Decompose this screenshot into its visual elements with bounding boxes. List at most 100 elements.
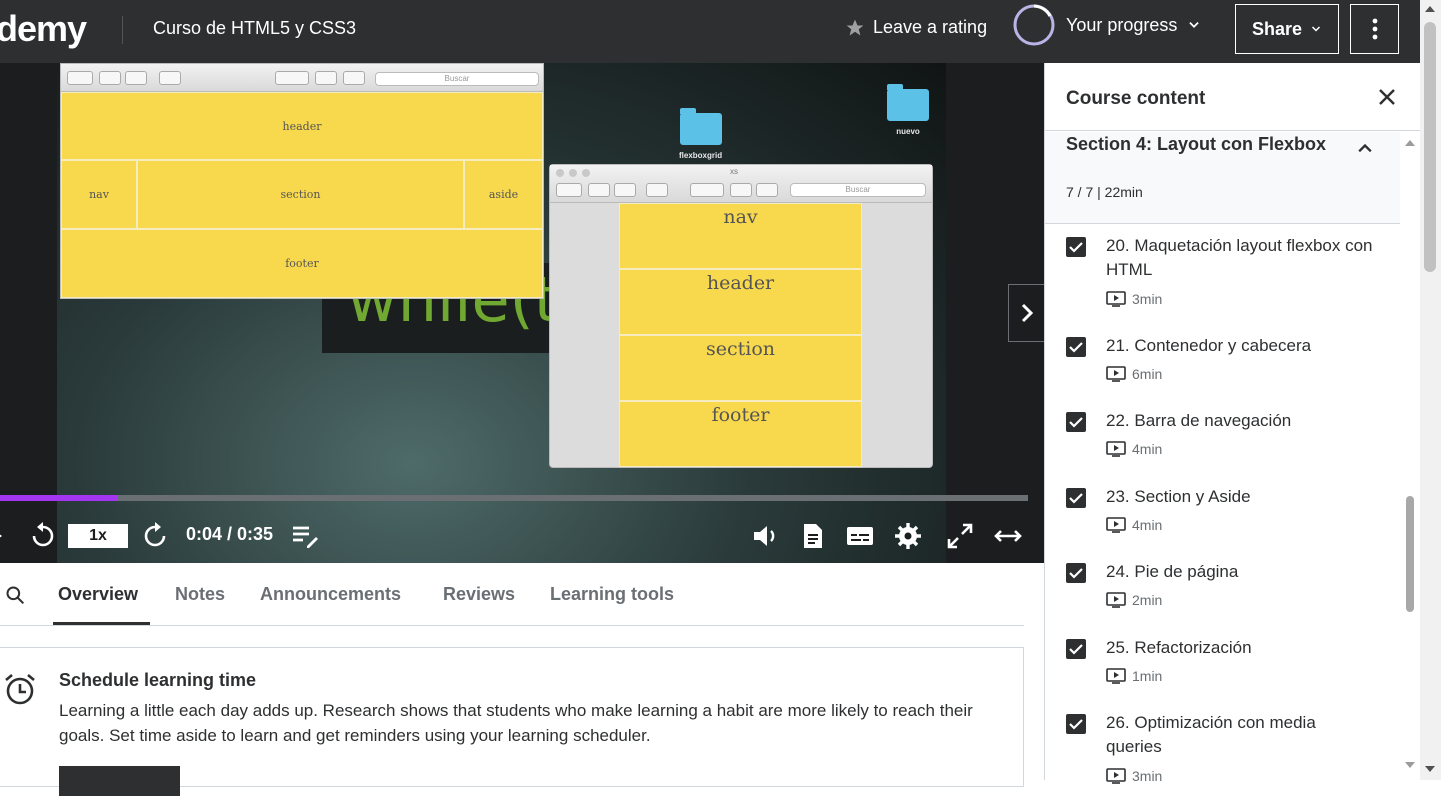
column-cell-footer: footer	[619, 401, 862, 467]
grid-cell-nav: nav	[61, 160, 137, 229]
captions-icon[interactable]	[845, 521, 875, 551]
seek-bar[interactable]	[0, 495, 1028, 501]
kebab-menu-icon	[1372, 18, 1377, 40]
lecture-duration: 1min	[1106, 668, 1162, 684]
share-icon	[646, 183, 668, 197]
share-icon	[159, 71, 181, 85]
close-icon[interactable]	[1375, 85, 1399, 109]
search-field: Buscar	[790, 183, 926, 197]
completed-checkbox[interactable]	[1066, 412, 1086, 432]
toolbox-icon	[756, 183, 778, 197]
lecture-item[interactable]: 21. Contenedor y cabecera 6min	[1045, 334, 1400, 409]
lecture-item[interactable]: 25. Refactorización 1min	[1045, 636, 1400, 711]
completed-checkbox[interactable]	[1066, 237, 1086, 257]
lecture-title: 26. Optimización con media queries	[1106, 713, 1316, 756]
divider	[122, 16, 123, 44]
video-icon	[1106, 768, 1126, 784]
more-options-button[interactable]	[1350, 4, 1399, 54]
add-note-icon[interactable]	[290, 521, 320, 551]
playback-speed-button[interactable]: 1x	[68, 524, 128, 548]
zoom-in-icon	[614, 183, 636, 197]
schedule-title: Schedule learning time	[59, 670, 257, 690]
tab-learning-tools[interactable]: Learning tools	[550, 584, 674, 605]
rewind-5s-icon[interactable]	[28, 521, 58, 551]
lecture-item[interactable]: 23. Section y Aside 4min	[1045, 485, 1400, 560]
tab-overview[interactable]: Overview	[58, 584, 138, 605]
lecture-item[interactable]: 20. Maquetación layout flexbox con HTML 3…	[1045, 234, 1400, 309]
lecture-duration: 3min	[1106, 768, 1162, 784]
zoom-in-icon	[125, 71, 147, 85]
completed-checkbox[interactable]	[1066, 563, 1086, 583]
sidebar-scrollbar[interactable]	[1402, 130, 1418, 780]
lecture-item[interactable]: 24. Pie de página 2min	[1045, 560, 1400, 635]
flex-demo-column: nav header section footer	[619, 203, 862, 467]
leave-rating-button[interactable]: Leave a rating	[845, 17, 987, 38]
duration-label: 6min	[1132, 366, 1163, 382]
lecture-item[interactable]: 22. Barra de navegación 4min	[1045, 409, 1400, 484]
video-player[interactable]: while(t flexboxgrid nuevo Buscar header	[0, 63, 1044, 563]
grid-cell-aside: aside	[464, 160, 543, 229]
grid-cell-section: section	[137, 160, 464, 229]
chevron-down-icon	[1311, 26, 1321, 32]
progress-ring-icon	[1013, 4, 1055, 46]
checkmark-icon	[1069, 568, 1083, 579]
video-icon	[1106, 517, 1126, 533]
completed-checkbox[interactable]	[1066, 714, 1086, 734]
video-icon	[1106, 668, 1126, 684]
folder-icon	[887, 84, 929, 121]
folder-icon	[679, 108, 722, 145]
search-field: Buscar	[375, 72, 539, 86]
forward-5s-icon[interactable]	[140, 521, 170, 551]
page-scrollbar-track	[1424, 6, 1436, 772]
sidebar-toggle-icon	[556, 183, 582, 197]
your-progress-button[interactable]: Your progress	[1012, 3, 1201, 47]
settings-gear-icon[interactable]	[893, 521, 923, 551]
grid-cell-header: header	[61, 92, 543, 160]
pen-icon	[275, 71, 309, 85]
rotate-icon	[315, 71, 337, 85]
active-tab-indicator	[53, 622, 150, 625]
lecture-title: 23. Section y Aside	[1106, 487, 1251, 506]
section-accordion-header[interactable]: Section 4: Layout con Flexbox 7 / 7 | 22…	[1045, 132, 1400, 224]
udemy-logo[interactable]: demy	[0, 8, 87, 50]
transcript-icon[interactable]	[798, 521, 828, 551]
completed-checkbox[interactable]	[1066, 337, 1086, 357]
chevron-right-icon	[1021, 303, 1033, 323]
star-icon	[846, 19, 864, 35]
lecture-title: 20. Maquetación layout flexbox con HTML	[1106, 236, 1373, 279]
volume-icon[interactable]	[750, 521, 780, 551]
duration-label: 2min	[1132, 592, 1163, 608]
play-icon[interactable]	[0, 521, 16, 551]
search-icon[interactable]	[5, 585, 25, 605]
share-button[interactable]: Share	[1235, 4, 1339, 54]
course-title[interactable]: Curso de HTML5 y CSS3	[153, 18, 356, 39]
page-scrollbar[interactable]	[1420, 0, 1441, 780]
expand-width-icon[interactable]	[993, 521, 1023, 551]
lecture-duration: 6min	[1106, 366, 1162, 382]
checkmark-icon	[1069, 242, 1083, 253]
content-tabs: Overview Notes Announcements Reviews Lea…	[0, 564, 1024, 626]
share-label: Share	[1251, 18, 1303, 39]
lecture-item[interactable]: 26. Optimización con media queries 3min	[1045, 711, 1400, 786]
get-started-button[interactable]	[59, 766, 180, 796]
lecture-title: 22. Barra de navegación	[1106, 411, 1292, 430]
sidebar-header: Course content	[1045, 63, 1420, 131]
grid-cell-footer: footer	[61, 229, 543, 298]
completed-checkbox[interactable]	[1066, 488, 1086, 508]
zoom-out-icon	[99, 71, 121, 85]
lecture-duration: 3min	[1106, 291, 1162, 307]
checkmark-icon	[1069, 417, 1083, 428]
rating-label: Leave a rating	[873, 17, 988, 37]
fullscreen-icon[interactable]	[945, 521, 975, 551]
checkmark-icon	[1069, 644, 1083, 655]
completed-checkbox[interactable]	[1066, 639, 1086, 659]
tab-reviews[interactable]: Reviews	[443, 584, 515, 605]
next-lecture-button[interactable]	[1008, 284, 1044, 342]
seek-bar-progress	[0, 495, 118, 501]
tab-notes[interactable]: Notes	[175, 584, 225, 605]
video-icon	[1106, 441, 1126, 457]
browser-window-mobile: xs Buscar nav header section footer	[549, 164, 933, 468]
duration-label: 3min	[1132, 768, 1163, 784]
video-icon	[1106, 592, 1126, 608]
tab-announcements[interactable]: Announcements	[260, 584, 401, 605]
